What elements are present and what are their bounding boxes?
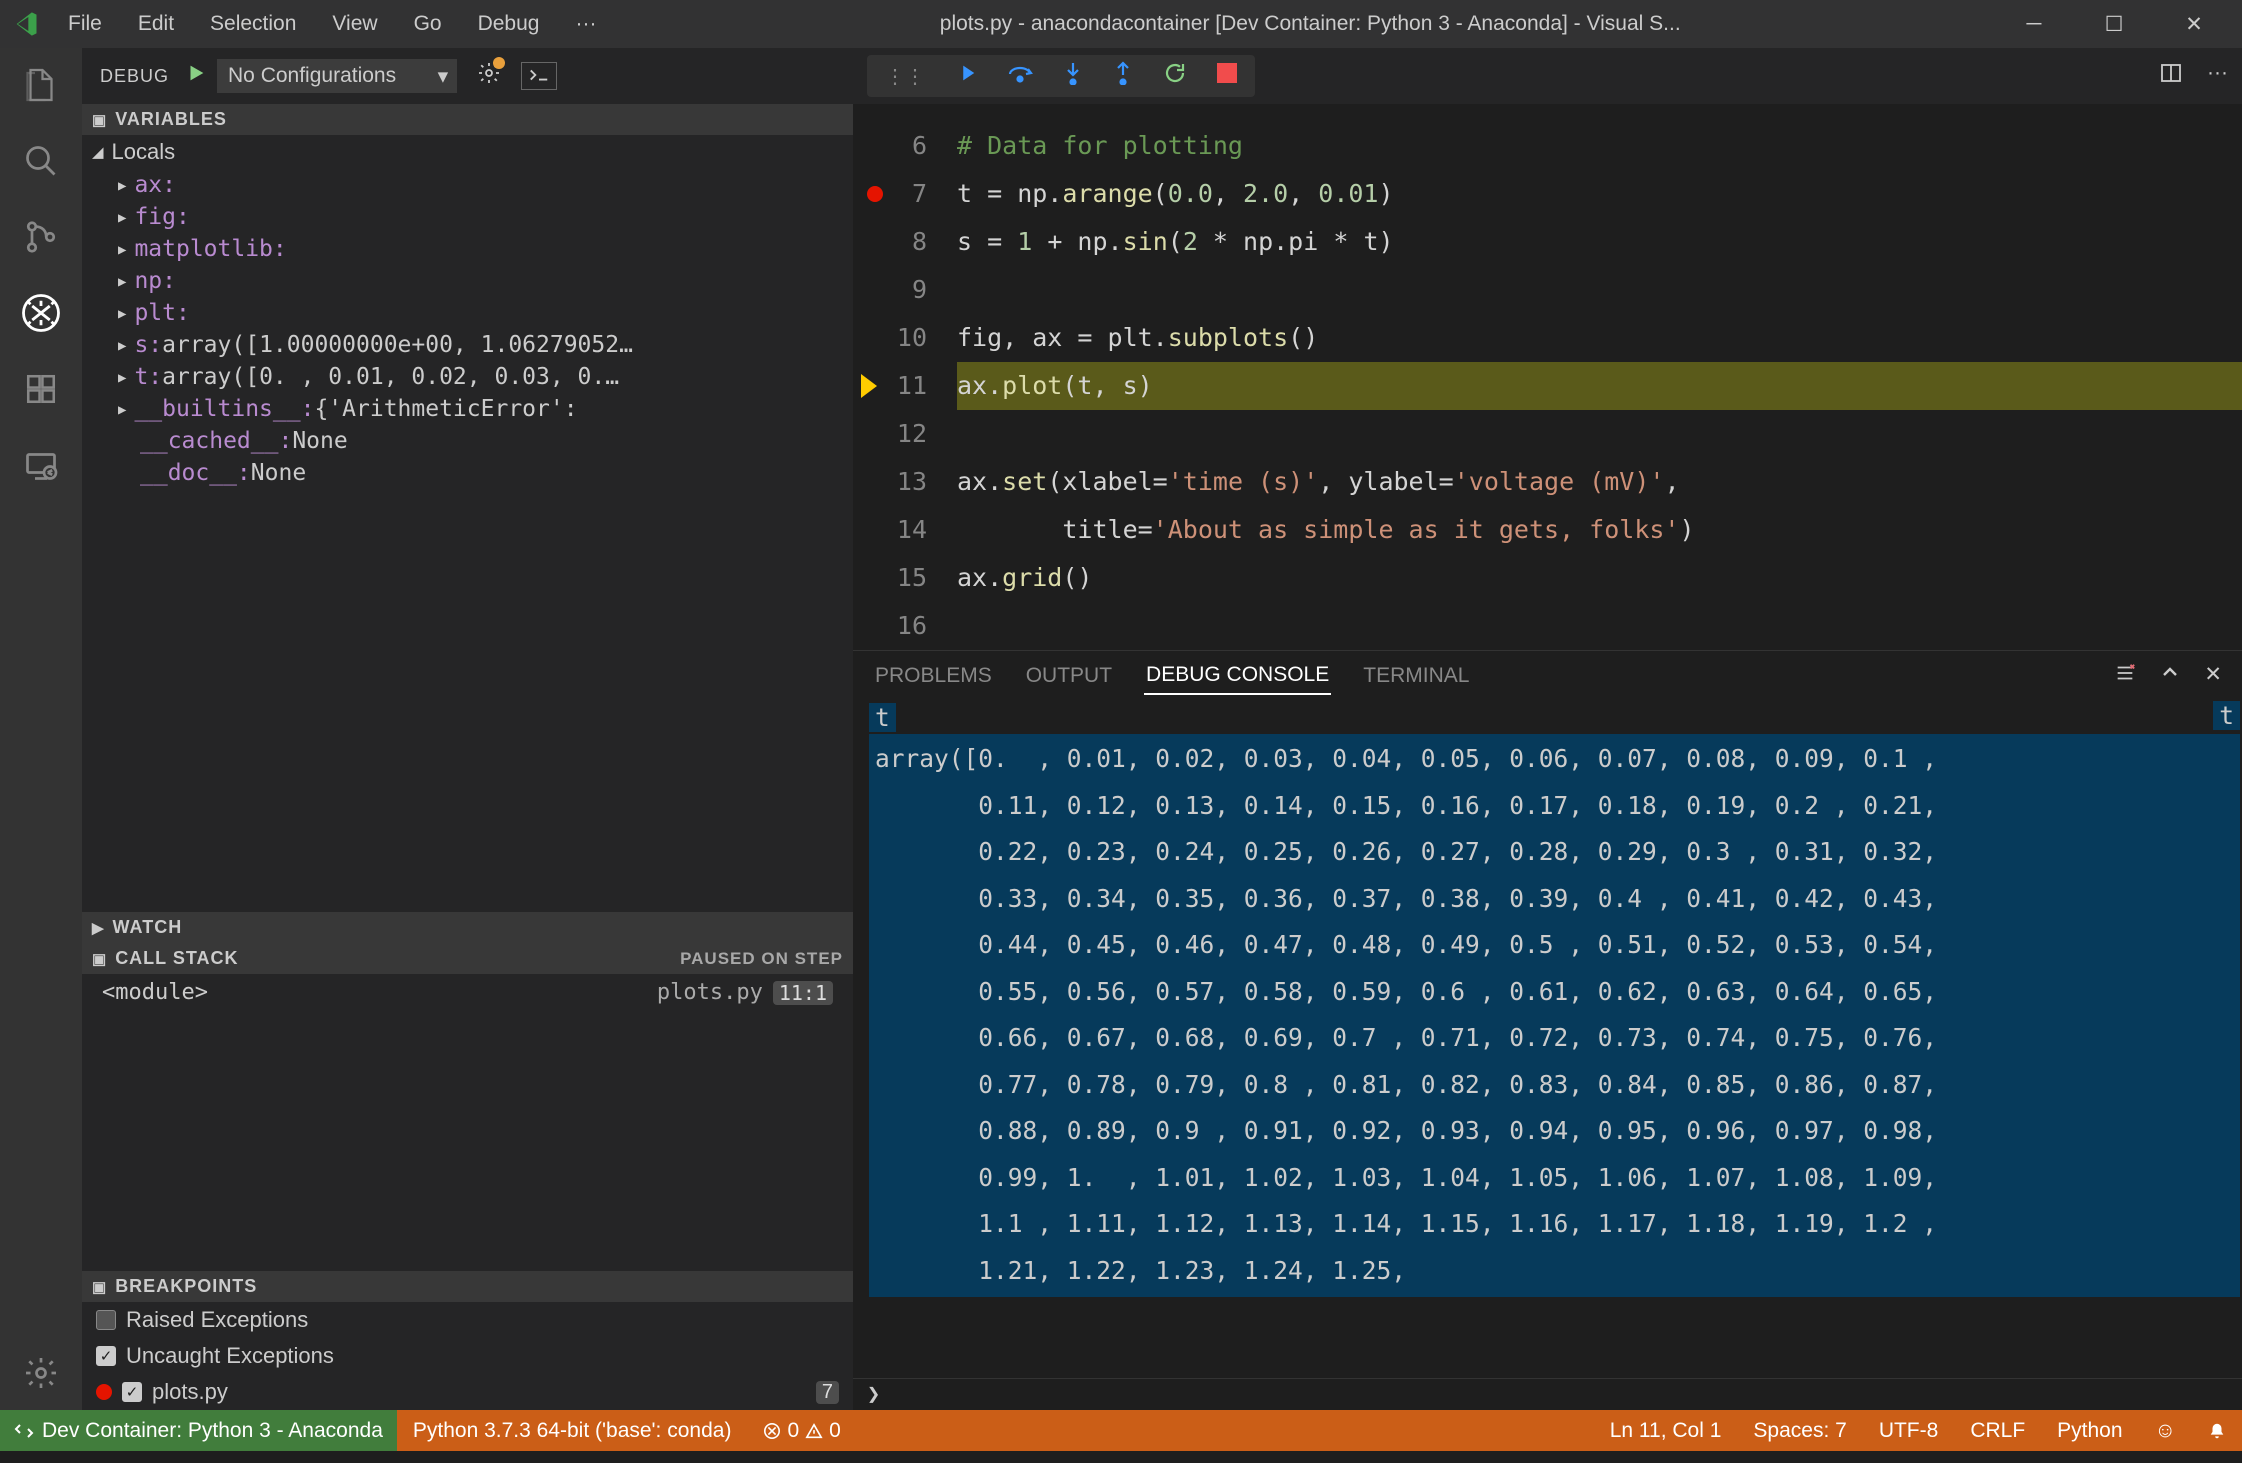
config-dropdown[interactable]: No Configurations: [217, 59, 457, 93]
debug-view-label: DEBUG: [100, 66, 169, 87]
continue-button[interactable]: [955, 62, 977, 90]
menu-file[interactable]: File: [56, 6, 114, 42]
breakpoint-icon: [96, 1384, 112, 1400]
console-output: array([0. , 0.01, 0.02, 0.03, 0.04, 0.05…: [869, 734, 2240, 1297]
variable-row[interactable]: ▶plt:: [82, 297, 853, 329]
console-input[interactable]: ❯: [853, 1378, 2242, 1410]
indentation[interactable]: Spaces: 7: [1737, 1419, 1862, 1443]
stop-button[interactable]: [1217, 63, 1237, 89]
menu-selection[interactable]: Selection: [198, 6, 308, 42]
console-type-indicator: t: [2213, 701, 2240, 730]
menu-bar: File Edit Selection View Go Debug ···: [56, 6, 608, 42]
search-icon[interactable]: [18, 138, 64, 184]
variable-row[interactable]: ▶fig:: [82, 201, 853, 233]
variable-row[interactable]: ▶matplotlib:: [82, 233, 853, 265]
close-button[interactable]: ✕: [2172, 8, 2216, 40]
panel-tab-terminal[interactable]: TERMINAL: [1361, 658, 1471, 694]
panel-tab-debug-console[interactable]: DEBUG CONSOLE: [1144, 657, 1331, 695]
console-expression: t: [869, 703, 896, 732]
variable-row[interactable]: ▶t: array([0. , 0.01, 0.02, 0.03, 0.…: [82, 361, 853, 393]
python-env[interactable]: Python 3.7.3 64-bit ('base': conda): [397, 1419, 748, 1443]
variables-section[interactable]: ▣VARIABLES: [82, 104, 853, 135]
settings-gear-icon[interactable]: [18, 1350, 64, 1396]
clear-console-button[interactable]: [2114, 662, 2136, 690]
more-actions-button[interactable]: ···: [2207, 61, 2228, 91]
encoding[interactable]: UTF-8: [1863, 1419, 1955, 1443]
panel-close-button[interactable]: ✕: [2204, 662, 2222, 690]
menu-···[interactable]: ···: [563, 6, 608, 42]
panel-up-button[interactable]: [2160, 662, 2180, 690]
debug-sidebar: DEBUG No Configurations ▣VARIABLES ◢Loca…: [82, 48, 853, 1410]
step-out-button[interactable]: [1113, 61, 1133, 91]
checkbox-icon[interactable]: ✓: [96, 1346, 116, 1366]
debug-console-button[interactable]: [521, 62, 557, 90]
explorer-icon[interactable]: [18, 62, 64, 108]
status-bar: Dev Container: Python 3 - Anaconda Pytho…: [0, 1410, 2242, 1451]
variable-row[interactable]: ▶__builtins__: {'ArithmeticError':: [82, 393, 853, 425]
minimize-button[interactable]: ─: [2012, 8, 2056, 40]
config-gear-button[interactable]: [477, 61, 501, 91]
variable-row[interactable]: ▶np:: [82, 265, 853, 297]
breakpoints-section[interactable]: ▣BREAKPOINTS: [82, 1271, 853, 1302]
menu-view[interactable]: View: [320, 6, 389, 42]
step-over-button[interactable]: [1007, 62, 1033, 90]
variable-row[interactable]: ▶s: array([1.00000000e+00, 1.06279052…: [82, 329, 853, 361]
watch-section[interactable]: ▶WATCH: [82, 912, 853, 943]
panel-tab-output[interactable]: OUTPUT: [1024, 658, 1114, 694]
source-control-icon[interactable]: [18, 214, 64, 260]
eol[interactable]: CRLF: [1954, 1419, 2041, 1443]
cursor-position[interactable]: Ln 11, Col 1: [1594, 1419, 1738, 1443]
variable-row[interactable]: __cached__: None: [82, 425, 853, 457]
variable-row[interactable]: __doc__: None: [82, 457, 853, 489]
bp-uncaught-exceptions[interactable]: ✓Uncaught Exceptions: [82, 1338, 853, 1374]
checkbox-icon[interactable]: ✓: [122, 1382, 142, 1402]
call-stack-frame[interactable]: <module> plots.py11:1: [82, 974, 853, 1011]
bp-file[interactable]: ✓plots.py7: [82, 1374, 853, 1410]
locals-section[interactable]: ◢Locals: [82, 135, 853, 169]
step-into-button[interactable]: [1063, 61, 1083, 91]
start-debug-button[interactable]: [185, 62, 207, 90]
drag-handle-icon[interactable]: ⋮⋮: [885, 64, 925, 89]
problems-indicator[interactable]: 0 0: [747, 1419, 856, 1443]
vscode-logo-icon: [6, 10, 46, 38]
panel-tab-problems[interactable]: PROBLEMS: [873, 658, 994, 694]
window-title: plots.py - anacondacontainer [Dev Contai…: [608, 12, 2012, 36]
code-editor[interactable]: 678910111213141516 # Data for plottingt …: [853, 104, 2242, 650]
language-mode[interactable]: Python: [2041, 1419, 2138, 1443]
split-editor-button[interactable]: [2159, 61, 2183, 91]
restart-button[interactable]: [1163, 61, 1187, 91]
remote-indicator[interactable]: Dev Container: Python 3 - Anaconda: [0, 1410, 397, 1451]
menu-edit[interactable]: Edit: [126, 6, 186, 42]
extensions-icon[interactable]: [18, 366, 64, 412]
editor-group: ⋮⋮ ··· 678910111213141516 # Data for plo…: [853, 48, 2242, 1410]
activity-bar: [0, 48, 82, 1410]
debug-icon[interactable]: [18, 290, 64, 336]
debug-console[interactable]: t t array([0. , 0.01, 0.02, 0.03, 0.04, …: [853, 695, 2242, 1378]
feedback-icon[interactable]: ☺: [2139, 1419, 2192, 1443]
menu-go[interactable]: Go: [402, 6, 454, 42]
variable-row[interactable]: ▶ax:: [82, 169, 853, 201]
menu-debug[interactable]: Debug: [466, 6, 552, 42]
debug-toolbar[interactable]: ⋮⋮: [867, 55, 1255, 97]
bp-raised-exceptions[interactable]: ✓Raised Exceptions: [82, 1302, 853, 1338]
checkbox-icon[interactable]: ✓: [96, 1310, 116, 1330]
panel-tabs: PROBLEMS OUTPUT DEBUG CONSOLE TERMINAL ✕: [853, 650, 2242, 695]
maximize-button[interactable]: ☐: [2092, 8, 2136, 40]
callstack-section[interactable]: ▣CALL STACKPAUSED ON STEP: [82, 943, 853, 974]
title-bar: File Edit Selection View Go Debug ··· plots.py…: [0, 0, 2242, 48]
notifications-icon[interactable]: [2192, 1419, 2242, 1443]
remote-icon[interactable]: [18, 442, 64, 488]
